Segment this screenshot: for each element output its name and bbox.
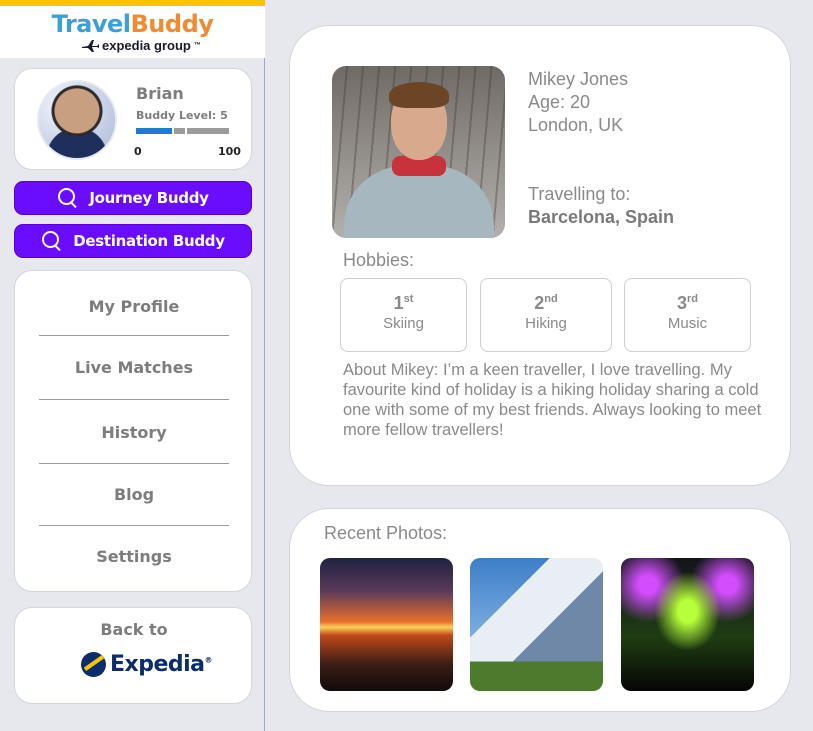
menu-item-history[interactable]: History xyxy=(15,423,253,442)
destination-buddy-button[interactable]: Destination Buddy xyxy=(14,224,252,258)
level-max: 100 xyxy=(218,145,241,158)
travelling-to-label: Travelling to: xyxy=(528,184,631,204)
hobby-card-2[interactable]: 2nd Hiking xyxy=(480,278,612,352)
destination-buddy-label: Destination Buddy xyxy=(73,232,225,250)
expedia-logo-link[interactable]: Expedia® xyxy=(81,652,213,677)
journey-buddy-label: Journey Buddy xyxy=(89,189,209,207)
hobby-rank: 1st xyxy=(341,293,466,314)
menu-item-blog[interactable]: Blog xyxy=(15,485,253,504)
logo-subtitle-text: expedia group xyxy=(102,38,191,53)
hobby-rank-number: 1 xyxy=(393,293,404,313)
expedia-wordmark: Expedia® xyxy=(110,652,213,677)
recent-photos-label: Recent Photos: xyxy=(324,523,448,543)
menu-item-my-profile[interactable]: My Profile xyxy=(15,297,253,316)
menu-divider xyxy=(39,525,229,526)
logo-wordmark: TravelBuddy xyxy=(0,10,265,38)
menu-divider xyxy=(39,335,229,336)
logo-buddy-text: Buddy xyxy=(130,10,214,38)
hobby-rank-suffix: nd xyxy=(544,293,558,305)
hobby-name: Skiing xyxy=(383,315,424,332)
recent-photos-card: Recent Photos: xyxy=(289,508,791,712)
hobby-rank-suffix: st xyxy=(403,293,414,305)
airplane-icon xyxy=(82,39,99,52)
photo-thumbnail-sunset[interactable] xyxy=(320,558,453,691)
profile-name: Mikey Jones xyxy=(528,69,629,89)
back-to-label: Back to xyxy=(100,620,168,639)
travelbuddy-logo[interactable]: TravelBuddy expedia group ™ xyxy=(0,0,265,58)
menu-item-settings[interactable]: Settings xyxy=(15,547,253,566)
photo-thumbnail-concert[interactable] xyxy=(621,558,754,691)
travel-destination: Barcelona, Spain xyxy=(528,207,675,227)
hobby-name: Hiking xyxy=(525,315,567,332)
hobby-rank-suffix: rd xyxy=(687,293,698,305)
photo-thumbnail-mountain[interactable] xyxy=(470,558,603,691)
user-card: Brian Buddy Level: 5 0 100 xyxy=(14,68,252,170)
hobby-rank-number: 2 xyxy=(534,293,545,313)
logo-travel-text: Travel xyxy=(51,10,131,38)
user-name: Brian xyxy=(136,84,184,103)
menu-divider xyxy=(39,399,229,400)
logo-tm: ™ xyxy=(193,42,201,49)
about-text: About Mikey: I’m a keen traveller, I lov… xyxy=(343,361,762,439)
profile-photo[interactable] xyxy=(332,66,505,238)
search-icon xyxy=(57,187,79,209)
hobby-rank: 3rd xyxy=(625,293,750,314)
menu-item-live-matches[interactable]: Live Matches xyxy=(15,358,253,377)
buddy-level-bar xyxy=(136,128,229,134)
menu-divider xyxy=(39,463,229,464)
level-bar-segment xyxy=(174,128,185,134)
logo-subtitle: expedia group ™ xyxy=(82,38,201,53)
hobby-name: Music xyxy=(667,315,708,332)
expedia-tm: ® xyxy=(204,655,213,665)
hobby-rank-number: 3 xyxy=(676,293,687,313)
search-icon xyxy=(41,230,63,252)
level-bar-remaining xyxy=(187,128,229,134)
nav-menu: My Profile Live Matches History Blog Set… xyxy=(14,270,252,592)
sidebar: TravelBuddy expedia group ™ Brian Buddy L… xyxy=(0,0,265,731)
level-min: 0 xyxy=(134,145,142,158)
hobby-card-3[interactable]: 3rd Music xyxy=(624,278,751,352)
profile-age: Age: 20 xyxy=(528,92,591,112)
hobbies-label: Hobbies: xyxy=(343,250,415,270)
photo-hair xyxy=(389,82,449,108)
hobby-rank: 2nd xyxy=(481,293,611,314)
journey-buddy-button[interactable]: Journey Buddy xyxy=(14,181,252,215)
back-to-expedia-card: Back to Expedia® xyxy=(14,607,252,704)
hobby-card-1[interactable]: 1st Skiing xyxy=(340,278,467,352)
avatar[interactable] xyxy=(37,80,117,160)
profile-location: London, UK xyxy=(528,115,624,135)
expedia-brand-text: Expedia xyxy=(110,652,205,677)
profile-card: Mikey Jones Age: 20 London, UK Travellin… xyxy=(289,25,791,486)
level-bar-filled xyxy=(136,128,172,134)
expedia-globe-icon xyxy=(81,652,106,677)
buddy-level-label: Buddy Level: 5 xyxy=(136,109,228,122)
